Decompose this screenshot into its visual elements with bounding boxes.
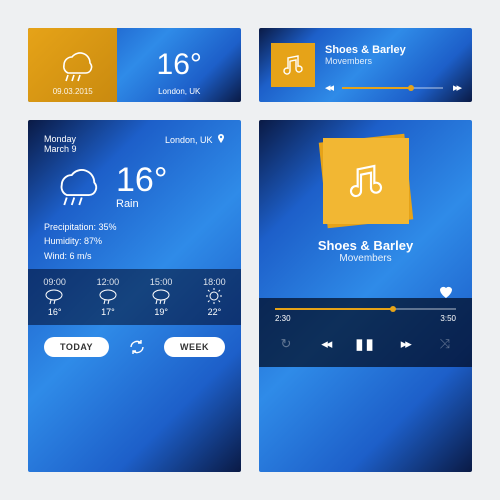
- weather-icon-panel: 09.03.2015: [28, 28, 117, 102]
- sun-icon: [203, 287, 225, 305]
- forecast-row: 09:0016° 12:0017° 15:0019° 18:0022°: [28, 269, 241, 325]
- progress-bar[interactable]: [275, 308, 456, 310]
- weather-location: London, UK: [117, 87, 241, 96]
- shuffle-button[interactable]: ⤨: [434, 336, 456, 352]
- weather-stats: Precipitation: 35% Humidity: 87% Wind: 6…: [44, 220, 225, 263]
- weather-location-pin[interactable]: London, UK: [165, 134, 225, 154]
- next-button[interactable]: ▸▸: [453, 81, 460, 94]
- music-note-icon: [346, 161, 386, 201]
- refresh-icon[interactable]: [128, 338, 146, 356]
- prev-button[interactable]: ◂◂: [325, 81, 332, 94]
- weather-temp-panel: 16° London, UK: [117, 28, 241, 102]
- week-button[interactable]: WEEK: [164, 337, 225, 357]
- humidity: Humidity: 87%: [44, 234, 225, 248]
- total-time: 3:50: [440, 314, 456, 323]
- forecast-item[interactable]: 15:0019°: [150, 277, 173, 317]
- elapsed-time: 2:30: [275, 314, 291, 323]
- weather-widget-large: MondayMarch 9 London, UK 16° Rain Precip…: [28, 120, 241, 472]
- track-artist: Movembers: [339, 253, 391, 264]
- repeat-button[interactable]: ↻: [275, 336, 297, 352]
- temperature: 16°: [116, 161, 167, 200]
- rain-icon: [97, 287, 119, 305]
- rain-cloud-icon: [44, 160, 102, 210]
- music-widget-small: Shoes & Barley Movembers ◂◂ ▸▸: [259, 28, 472, 102]
- rain-cloud-icon: [50, 45, 96, 85]
- next-button[interactable]: ▸▸: [394, 336, 416, 352]
- rain-icon: [43, 287, 65, 305]
- wind: Wind: 6 m/s: [44, 249, 225, 263]
- pause-button[interactable]: ▮▮: [355, 335, 377, 353]
- forecast-item[interactable]: 09:0016°: [43, 277, 66, 317]
- album-art-large[interactable]: [323, 138, 409, 224]
- forecast-item[interactable]: 18:0022°: [203, 277, 226, 317]
- weather-date: 09.03.2015: [28, 87, 117, 96]
- track-artist: Movembers: [325, 56, 460, 66]
- music-note-icon: [281, 53, 305, 77]
- precipitation: Precipitation: 35%: [44, 220, 225, 234]
- music-widget-large: Shoes & Barley Movembers 2:30 3:50 ↻ ◂◂ …: [259, 120, 472, 472]
- weather-widget-small: 09.03.2015 16° London, UK: [28, 28, 241, 102]
- weather-day-date: MondayMarch 9: [44, 134, 77, 154]
- track-title: Shoes & Barley: [318, 238, 413, 253]
- prev-button[interactable]: ◂◂: [315, 336, 337, 352]
- temperature: 16°: [157, 48, 202, 82]
- track-title: Shoes & Barley: [325, 44, 460, 56]
- progress-bar[interactable]: [342, 87, 443, 89]
- album-art[interactable]: [271, 43, 315, 87]
- forecast-item[interactable]: 12:0017°: [97, 277, 120, 317]
- shower-icon: [150, 287, 172, 305]
- pin-icon: [217, 134, 225, 144]
- today-button[interactable]: TODAY: [44, 337, 109, 357]
- track-meta: Shoes & Barley Movembers: [325, 44, 460, 66]
